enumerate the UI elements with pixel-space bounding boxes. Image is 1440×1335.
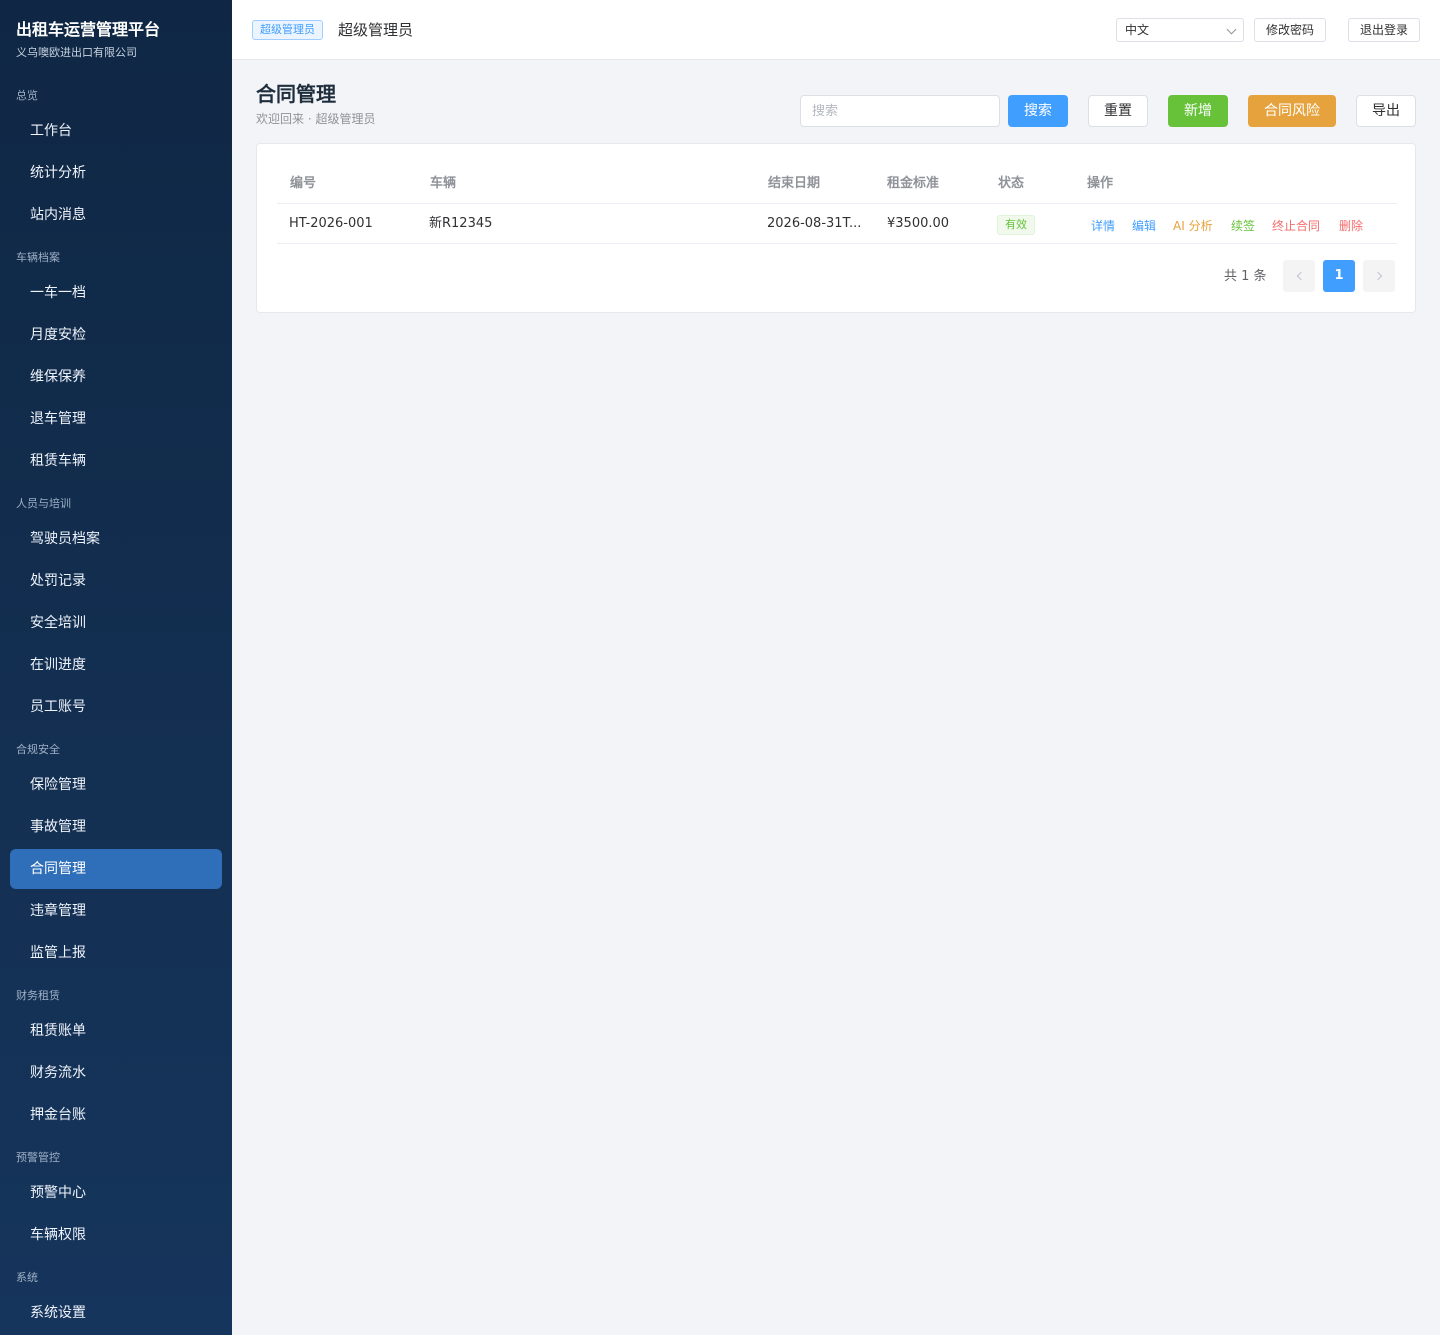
language-value: 中文 [1125, 23, 1150, 37]
nav-group-compliance: 合规安全 [16, 743, 60, 756]
current-user-name: 超级管理员 [338, 21, 414, 39]
column-header-status: 状态 [998, 176, 1025, 191]
sidebar-item-contracts[interactable]: 合同管理 [10, 849, 222, 889]
ai-analysis-link[interactable]: AI 分析 [1173, 218, 1213, 234]
detail-link[interactable]: 详情 [1091, 218, 1115, 234]
pagination-total: 共 1 条 [1224, 269, 1267, 284]
contracts-table-card: 编号 车辆 结束日期 租金标准 状态 操作 HT-2026-001 新R1234… [256, 143, 1416, 313]
sidebar-item-deposit-ledger[interactable]: 押金台账 [10, 1095, 222, 1135]
nav-group-alerts: 预警管控 [16, 1151, 60, 1164]
page-subtitle: 欢迎回来 · 超级管理员 [256, 112, 376, 126]
column-header-rent: 租金标准 [887, 176, 940, 191]
sidebar-item-system-settings[interactable]: 系统设置 [10, 1293, 222, 1333]
cell-vehicle: 新R12345 [429, 216, 493, 231]
sidebar-item-training-progress[interactable]: 在训进度 [10, 645, 222, 685]
chevron-right-icon [1373, 271, 1382, 281]
role-badge: 超级管理员 [252, 20, 323, 40]
sidebar-item-rental-bills[interactable]: 租赁账单 [10, 1011, 222, 1051]
change-password-button[interactable]: 修改密码 [1254, 18, 1326, 42]
sidebar-item-safety-training[interactable]: 安全培训 [10, 603, 222, 643]
brand-subtitle: 义乌噢欧进出口有限公司 [16, 46, 137, 59]
contract-risk-button[interactable]: 合同风险 [1248, 95, 1336, 127]
column-header-actions: 操作 [1087, 176, 1114, 191]
sidebar-item-alert-center[interactable]: 预警中心 [10, 1173, 222, 1213]
column-header-vehicle: 车辆 [430, 176, 457, 191]
sidebar-item-vehicle-return[interactable]: 退车管理 [10, 399, 222, 439]
page-title: 合同管理 [256, 82, 336, 106]
next-page-button[interactable] [1363, 260, 1395, 292]
renew-link[interactable]: 续签 [1231, 218, 1255, 234]
sidebar-item-rental-vehicles[interactable]: 租赁车辆 [10, 441, 222, 481]
header-divider [277, 203, 1397, 204]
nav-group-finance: 财务租赁 [16, 989, 60, 1002]
brand-title: 出租车运营管理平台 [16, 20, 161, 39]
status-badge: 有效 [997, 215, 1035, 235]
row-divider [277, 243, 1397, 244]
search-input[interactable] [800, 95, 1000, 127]
language-select[interactable]: 中文 [1116, 18, 1244, 42]
reset-button[interactable]: 重置 [1088, 95, 1148, 127]
prev-page-button[interactable] [1283, 260, 1315, 292]
search-button[interactable]: 搜索 [1008, 95, 1068, 127]
delete-link[interactable]: 删除 [1339, 218, 1363, 234]
terminate-contract-link[interactable]: 终止合同 [1272, 218, 1320, 234]
sidebar-item-workbench[interactable]: 工作台 [10, 111, 222, 151]
sidebar-item-cash-flow[interactable]: 财务流水 [10, 1053, 222, 1093]
nav-group-personnel: 人员与培训 [16, 497, 71, 510]
sidebar-item-accidents[interactable]: 事故管理 [10, 807, 222, 847]
page-number-current[interactable]: 1 [1323, 260, 1355, 292]
cell-contract-no: HT-2026-001 [289, 216, 373, 231]
sidebar-item-maintenance[interactable]: 维保保养 [10, 357, 222, 397]
sidebar-item-vehicle-file[interactable]: 一车一档 [10, 273, 222, 313]
sidebar-item-messages[interactable]: 站内消息 [10, 195, 222, 235]
nav-group-overview: 总览 [16, 89, 38, 102]
chevron-left-icon [1296, 271, 1305, 281]
sidebar-item-driver-files[interactable]: 驾驶员档案 [10, 519, 222, 559]
column-header-no: 编号 [290, 176, 317, 191]
sidebar-item-monthly-inspection[interactable]: 月度安检 [10, 315, 222, 355]
sidebar: 出租车运营管理平台 义乌噢欧进出口有限公司 总览 工作台 统计分析 站内消息 车… [0, 0, 232, 1335]
export-button[interactable]: 导出 [1356, 95, 1416, 127]
sidebar-item-insurance[interactable]: 保险管理 [10, 765, 222, 805]
nav-group-system: 系统 [16, 1271, 38, 1284]
sidebar-item-vehicle-permissions[interactable]: 车辆权限 [10, 1215, 222, 1255]
sidebar-item-staff-accounts[interactable]: 员工账号 [10, 687, 222, 727]
sidebar-item-regulatory-report[interactable]: 监管上报 [10, 933, 222, 973]
column-header-end-date: 结束日期 [768, 176, 821, 191]
edit-link[interactable]: 编辑 [1132, 218, 1156, 234]
sidebar-item-penalties[interactable]: 处罚记录 [10, 561, 222, 601]
sidebar-item-violations[interactable]: 违章管理 [10, 891, 222, 931]
cell-end-date: 2026-08-31T... [767, 216, 862, 231]
brand: 出租车运营管理平台 义乌噢欧进出口有限公司 [0, 0, 232, 80]
add-button[interactable]: 新增 [1168, 95, 1228, 127]
nav-group-vehicles: 车辆档案 [16, 251, 60, 264]
top-header: 超级管理员 超级管理员 中文 修改密码 退出登录 [232, 0, 1440, 60]
cell-rent: ¥3500.00 [887, 216, 950, 231]
chevron-down-icon [1226, 24, 1237, 35]
logout-button[interactable]: 退出登录 [1348, 18, 1420, 42]
sidebar-item-statistics[interactable]: 统计分析 [10, 153, 222, 193]
